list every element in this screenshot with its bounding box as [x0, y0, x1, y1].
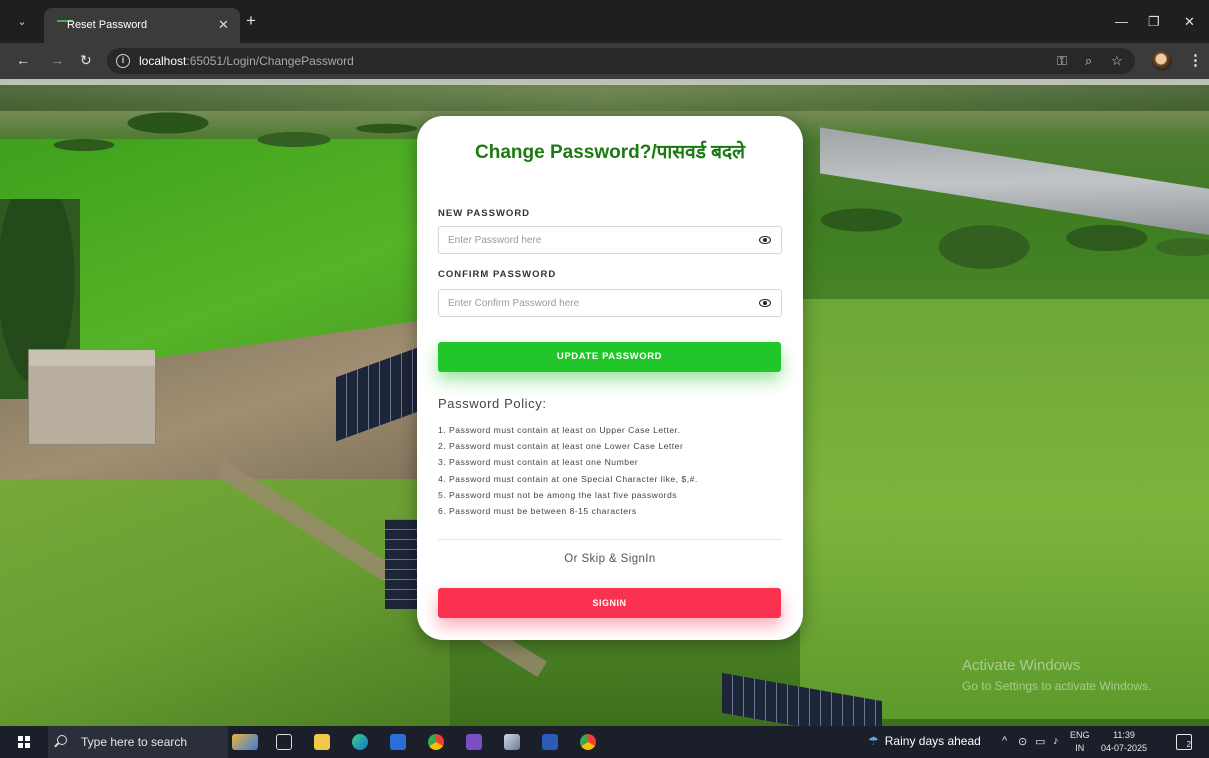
- change-password-card: Change Password?/पासवर्ड बदले NEW PASSWO…: [417, 116, 803, 640]
- back-icon[interactable]: ←: [16, 52, 30, 68]
- forward-icon[interactable]: →: [50, 52, 64, 68]
- confirm-password-field: [438, 289, 782, 317]
- taskbar-clock[interactable]: 11:39 04-07-2025: [1100, 729, 1148, 755]
- store-icon[interactable]: [390, 734, 406, 750]
- windows-taskbar: Type here to search ☂ Rainy days ahead ^ …: [0, 726, 1209, 758]
- word-icon[interactable]: [542, 734, 558, 750]
- notification-center-icon[interactable]: 2: [1176, 734, 1192, 750]
- new-tab-icon[interactable]: +: [246, 12, 256, 29]
- url-text: localhost:65051/Login/ChangePassword: [139, 54, 354, 68]
- taskbar-search-box[interactable]: Type here to search: [48, 726, 228, 758]
- browser-menu-icon[interactable]: ⋮: [1188, 51, 1203, 69]
- skip-signin-text: Or Skip & SignIn: [564, 553, 656, 565]
- visual-studio-icon[interactable]: [466, 734, 482, 750]
- watermark-line1: Activate Windows: [962, 657, 1081, 674]
- taskbar-search-placeholder: Type here to search: [81, 735, 188, 749]
- language-indicator[interactable]: ENG IN: [1070, 729, 1090, 755]
- task-view-icon[interactable]: [276, 734, 292, 750]
- tab-search-chevron-icon[interactable]: ⌄: [14, 14, 30, 30]
- paint-icon[interactable]: [580, 734, 596, 750]
- signin-button[interactable]: SIGNIN: [438, 588, 781, 618]
- meet-now-icon[interactable]: ⊙: [1018, 735, 1027, 748]
- page-title: Change Password?/पासवर्ड बदले: [475, 142, 745, 163]
- chrome-icon[interactable]: [428, 734, 444, 750]
- profile-avatar[interactable]: [1152, 51, 1172, 71]
- bg-right-trees: [800, 139, 1209, 319]
- browser-toolbar: ← → ↻ i localhost:65051/Login/ChangePass…: [0, 43, 1209, 79]
- new-password-input[interactable]: [439, 227, 749, 253]
- policy-item: 1. Password must contain at least on Upp…: [438, 425, 681, 435]
- volume-icon[interactable]: ♪: [1053, 735, 1059, 747]
- activate-windows-watermark: Activate Windows Go to Settings to activ…: [962, 656, 1151, 696]
- restore-icon[interactable]: ❐: [1148, 14, 1160, 30]
- bg-solar-panel: [385, 519, 421, 609]
- tab-title: Reset Password: [67, 19, 148, 31]
- tab-close-icon[interactable]: ✕: [218, 17, 229, 33]
- policy-item: 6. Password must be between 8-15 charact…: [438, 506, 637, 517]
- close-window-icon[interactable]: ✕: [1184, 14, 1195, 30]
- divider: [438, 539, 782, 540]
- new-password-label: NEW PASSWORD: [438, 208, 531, 219]
- search-icon: [57, 735, 67, 745]
- minimize-icon[interactable]: —: [1115, 14, 1128, 29]
- policy-item: 2. Password must contain at least one Lo…: [438, 441, 684, 452]
- file-explorer-icon[interactable]: [314, 734, 330, 750]
- eye-icon[interactable]: [759, 299, 771, 307]
- password-policy-list: 1. Password must contain at least on Upp…: [438, 422, 698, 519]
- policy-item: 3. Password must contain at least one Nu…: [438, 457, 639, 468]
- eye-icon[interactable]: [759, 236, 771, 244]
- bg-tree-row: [0, 79, 420, 189]
- policy-item: 4. Password must contain at one Special …: [438, 473, 698, 484]
- address-bar[interactable]: i localhost:65051/Login/ChangePassword ⚿…: [107, 48, 1135, 74]
- edge-icon[interactable]: [352, 734, 368, 750]
- weather-widget[interactable]: ☂ Rainy days ahead: [868, 734, 981, 748]
- windows-start-icon[interactable]: [18, 736, 30, 748]
- browser-tab-strip: ⌄ Reset Password ✕ + — ❐ ✕: [0, 0, 1209, 43]
- reload-icon[interactable]: ↻: [80, 52, 92, 69]
- confirm-password-label: CONFIRM PASSWORD: [438, 269, 557, 280]
- update-password-button[interactable]: UPDATE PASSWORD: [438, 342, 781, 372]
- browser-tab[interactable]: Reset Password ✕: [44, 8, 240, 43]
- umbrella-icon: ☂: [868, 734, 879, 748]
- new-password-field: [438, 226, 782, 254]
- password-key-icon[interactable]: ⚿: [1057, 53, 1067, 69]
- widgets-icon[interactable]: [232, 734, 258, 750]
- password-policy-heading: Password Policy:: [438, 396, 547, 411]
- site-info-icon[interactable]: i: [116, 54, 130, 68]
- bg-shed: [28, 349, 156, 445]
- bookmark-star-icon[interactable]: ☆: [1111, 53, 1123, 69]
- app-icon[interactable]: [504, 734, 520, 750]
- bg-bottom-field: [0, 479, 450, 726]
- network-icon[interactable]: ▭: [1035, 735, 1045, 748]
- watermark-line2: Go to Settings to activate Windows.: [962, 679, 1152, 693]
- show-hidden-icons-chevron-icon[interactable]: ^: [1002, 735, 1007, 747]
- zoom-icon[interactable]: ⌕: [1085, 53, 1092, 69]
- confirm-password-input[interactable]: [439, 290, 749, 316]
- policy-item: 5. Password must not be among the last f…: [438, 489, 678, 500]
